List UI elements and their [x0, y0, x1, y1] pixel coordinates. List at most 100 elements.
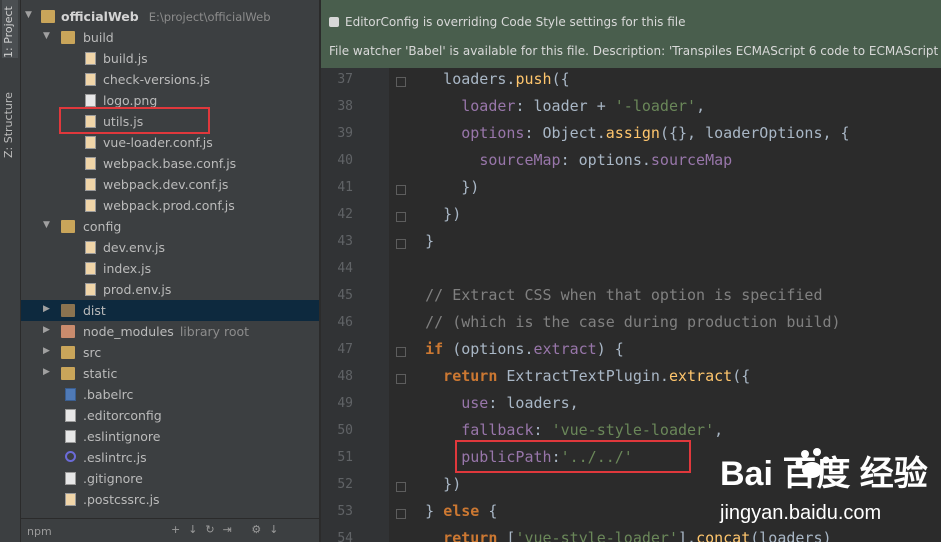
- tree-item[interactable]: .gitignore: [21, 468, 319, 489]
- tree-item-label: .gitignore: [83, 471, 143, 486]
- line-number: 46: [337, 315, 353, 330]
- chevron-down-icon[interactable]: ▼: [25, 10, 32, 20]
- toolbar-icons[interactable]: +↓↻⇥ ⚙↓: [171, 523, 286, 536]
- line-number: 49: [337, 396, 353, 411]
- js-file-icon: [85, 157, 96, 170]
- tree-item[interactable]: vue-loader.conf.js: [21, 132, 319, 153]
- tree-item[interactable]: .eslintrc.js: [21, 447, 319, 468]
- js-file-icon: [85, 241, 96, 254]
- tree-item[interactable]: .editorconfig: [21, 405, 319, 426]
- tree-item-label: .eslintrc.js: [83, 450, 147, 465]
- tree-item[interactable]: prod.env.js: [21, 279, 319, 300]
- editor-gutter: 37 38 39 40 41 42 43 44 45 46 47 48 49 50 51 52 53 54: [321, 68, 406, 542]
- tree-item[interactable]: webpack.base.conf.js: [21, 153, 319, 174]
- tree-item-label: build: [83, 30, 114, 45]
- tree-item[interactable]: webpack.dev.conf.js: [21, 174, 319, 195]
- project-root-name: officialWeb: [61, 9, 139, 24]
- json-file-icon: [65, 388, 76, 401]
- code-line[interactable]: options: Object.assign({}, loaderOptions…: [389, 120, 849, 147]
- tree-item[interactable]: ▶ node_modules library root: [21, 321, 319, 342]
- code-line[interactable]: } else {: [389, 498, 497, 525]
- code-token: 'vue-style-loader': [515, 529, 678, 542]
- code-line[interactable]: return ExtractTextPlugin.extract({: [389, 363, 750, 390]
- tree-item[interactable]: ▶ src: [21, 342, 319, 363]
- folder-icon: [61, 367, 75, 380]
- code-line[interactable]: loader: loader + '-loader',: [389, 93, 705, 120]
- tree-item[interactable]: ▶ static: [21, 363, 319, 384]
- folder-icon: [61, 346, 75, 359]
- chevron-down-icon[interactable]: ▼: [43, 220, 50, 230]
- tree-item[interactable]: .babelrc: [21, 384, 319, 405]
- code-token: // Extract CSS when that option is speci…: [389, 286, 823, 304]
- structure-tool-tab[interactable]: Z: Structure: [2, 78, 18, 158]
- code-line[interactable]: use: loaders,: [389, 390, 579, 417]
- code-token: ,: [714, 421, 724, 439]
- tree-item[interactable]: ▶ dist: [21, 300, 319, 321]
- code-token: }: [389, 502, 444, 520]
- tree-item[interactable]: .eslintignore: [21, 426, 319, 447]
- chevron-right-icon[interactable]: ▶: [43, 367, 50, 377]
- tree-item[interactable]: index.js: [21, 258, 319, 279]
- folder-icon: [41, 10, 55, 23]
- code-token: (options.: [452, 340, 534, 358]
- notification-line-2[interactable]: File watcher 'Babel' is available for th…: [329, 44, 941, 58]
- js-file-icon: [85, 136, 96, 149]
- code-token: :: [533, 421, 552, 439]
- npm-label[interactable]: npm: [27, 525, 52, 538]
- code-line[interactable]: loaders.push({: [389, 66, 570, 93]
- tree-item[interactable]: check-versions.js: [21, 69, 319, 90]
- chevron-down-icon[interactable]: ▼: [43, 31, 50, 41]
- code-token: : loader +: [515, 97, 615, 115]
- code-token: else: [443, 502, 489, 520]
- code-line[interactable]: if (options.extract) {: [389, 336, 624, 363]
- tree-item[interactable]: dev.env.js: [21, 237, 319, 258]
- tree-item[interactable]: webpack.prod.conf.js: [21, 195, 319, 216]
- code-line[interactable]: // (which is the case during production …: [389, 309, 840, 336]
- folder-icon: [61, 220, 75, 233]
- library-root-tag: library root: [179, 324, 250, 339]
- code-token: }): [389, 178, 480, 196]
- code-line[interactable]: // Extract CSS when that option is speci…: [389, 282, 822, 309]
- code-token: return: [389, 529, 507, 542]
- code-token: fallback: [461, 421, 534, 439]
- code-token: ) {: [596, 340, 624, 358]
- code-line[interactable]: }): [389, 201, 461, 228]
- code-token: }): [389, 205, 462, 223]
- folder-icon: [61, 304, 75, 317]
- tree-item[interactable]: .postcssrc.js: [21, 489, 319, 510]
- chevron-right-icon[interactable]: ▶: [43, 325, 50, 335]
- file-icon: [85, 94, 96, 107]
- tree-item-label: .babelrc: [83, 387, 134, 402]
- code-token: ({: [551, 70, 570, 88]
- line-number: 45: [337, 288, 353, 303]
- file-icon: [65, 472, 76, 485]
- tree-item-label: src: [83, 345, 102, 360]
- file-icon: [65, 430, 76, 443]
- tree-item[interactable]: ▼ build: [21, 27, 319, 48]
- code-token: options: [461, 124, 525, 142]
- code-token: use: [461, 394, 489, 412]
- line-number: 41: [337, 180, 353, 195]
- line-number: 44: [337, 261, 353, 276]
- code-token: : loaders,: [488, 394, 579, 412]
- line-number: 37: [337, 72, 353, 87]
- tree-item-label: vue-loader.conf.js: [103, 135, 213, 150]
- chevron-right-icon[interactable]: ▶: [43, 304, 50, 314]
- tree-item[interactable]: build.js: [21, 48, 319, 69]
- tree-item-label: webpack.dev.conf.js: [103, 177, 229, 192]
- eslint-icon: [65, 451, 76, 462]
- tree-item-label: .postcssrc.js: [83, 492, 160, 507]
- tree-item[interactable]: ▼ config: [21, 216, 319, 237]
- project-tool-tab[interactable]: 1: Project: [2, 0, 18, 58]
- code-line[interactable]: }): [389, 471, 461, 498]
- code-line[interactable]: }): [389, 174, 479, 201]
- chevron-right-icon[interactable]: ▶: [43, 346, 50, 356]
- line-number: 52: [337, 477, 353, 492]
- project-root[interactable]: ▼ officialWeb E:\project\officialWeb: [21, 6, 319, 27]
- js-file-icon: [85, 262, 96, 275]
- code-line[interactable]: }: [389, 228, 434, 255]
- code-line[interactable]: sourceMap: options.sourceMap: [389, 147, 732, 174]
- line-number: 48: [337, 369, 353, 384]
- file-icon: [65, 409, 76, 422]
